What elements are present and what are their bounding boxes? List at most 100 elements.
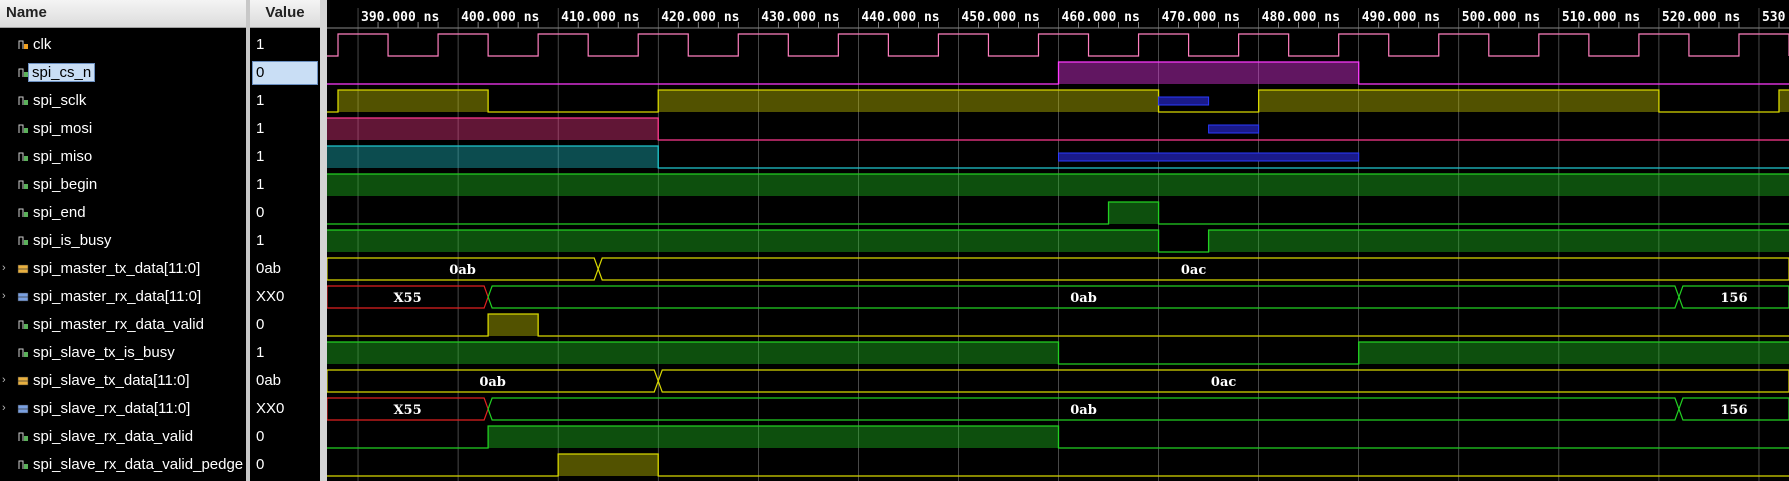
signal-row[interactable]: spi_mosi: [0, 115, 246, 143]
signal-value: 0: [256, 456, 265, 473]
signal-value: 1: [256, 120, 265, 137]
expand-chevron-icon[interactable]: ›: [2, 373, 12, 387]
wave-high-fill: [488, 314, 539, 336]
time-tick-label: 440.000 ns: [861, 10, 939, 25]
signal-name[interactable]: spi_slave_tx_data[11:0]: [33, 372, 190, 389]
bit-signal-icon: [17, 66, 29, 80]
wave-high-fill: [327, 118, 659, 140]
signal-row[interactable]: › spi_slave_tx_data[11:0]: [0, 367, 246, 395]
bit-signal-icon: [17, 458, 29, 472]
time-tick-label: 390.000 ns: [361, 10, 439, 25]
value-column-header[interactable]: Value: [250, 0, 320, 28]
bus-value-label: 0ac: [1211, 375, 1236, 390]
signal-name[interactable]: spi_is_busy: [33, 232, 111, 249]
signal-row[interactable]: spi_miso: [0, 143, 246, 171]
bus-value-label: 0ab: [449, 263, 476, 278]
signal-value: XX0: [256, 400, 285, 417]
signal-row[interactable]: spi_sclk: [0, 87, 246, 115]
signal-value: 1: [256, 176, 265, 193]
value-wave-splitter[interactable]: [320, 0, 327, 481]
signal-name[interactable]: spi_slave_rx_data[11:0]: [33, 400, 190, 417]
signal-row[interactable]: spi_slave_rx_data_valid: [0, 423, 246, 451]
signal-row[interactable]: › spi_slave_rx_data[11:0]: [0, 395, 246, 423]
signal-value: 0ab: [256, 260, 282, 277]
expand-chevron-icon[interactable]: ›: [2, 401, 12, 415]
signal-value: XX0: [256, 288, 285, 305]
wave-high-fill: [327, 146, 659, 168]
wave-undriven-segment: [1158, 96, 1210, 106]
signal-name[interactable]: spi_miso: [33, 148, 92, 165]
bus-signal-icon: [17, 374, 29, 388]
signal-name[interactable]: spi_cs_n: [27, 63, 96, 82]
waveform-viewer[interactable]: 390.000 ns 400.000 ns 410.000 ns 420.000 ns…: [327, 0, 1789, 481]
signal-value: 1: [256, 36, 265, 53]
signal-row[interactable]: spi_cs_n: [0, 59, 246, 87]
bus-value-label: 156: [1720, 403, 1747, 418]
signal-row[interactable]: spi_slave_rx_data_valid_pedge: [0, 451, 246, 479]
wave-high-fill: [1358, 342, 1789, 364]
signal-row[interactable]: spi_master_rx_data_valid: [0, 311, 246, 339]
wave-trace: [327, 453, 1789, 477]
signal-value: 0: [256, 204, 265, 221]
wave-high-fill: [327, 174, 1789, 196]
wave-high-fill: [1258, 90, 1659, 112]
signal-name[interactable]: spi_master_tx_data[11:0]: [33, 260, 200, 277]
time-tick-label: 450.000 ns: [961, 10, 1039, 25]
signal-name[interactable]: spi_mosi: [33, 120, 92, 137]
signal-name[interactable]: spi_slave_rx_data_valid_pedge: [33, 456, 243, 473]
signal-value: 0: [252, 61, 318, 85]
signal-name[interactable]: spi_master_rx_data_valid: [33, 316, 204, 333]
signal-value: 1: [256, 92, 265, 109]
signal-name[interactable]: spi_sclk: [33, 92, 86, 109]
signal-value: 0: [256, 316, 265, 333]
time-tick-label: 400.000 ns: [461, 10, 539, 25]
time-tick-label: 480.000 ns: [1262, 10, 1340, 25]
name-column-header[interactable]: Name: [0, 0, 246, 28]
bus-signal-icon: [17, 262, 29, 276]
waveform-canvas[interactable]: 390.000 ns 400.000 ns 410.000 ns 420.000 ns…: [327, 0, 1789, 481]
signal-name[interactable]: spi_master_rx_data[11:0]: [33, 288, 201, 305]
time-tick-label: 530: [1762, 10, 1786, 25]
signal-row[interactable]: spi_begin: [0, 171, 246, 199]
signal-name[interactable]: spi_end: [33, 204, 86, 221]
time-tick-label: 430.000 ns: [761, 10, 839, 25]
signal-row[interactable]: spi_end: [0, 199, 246, 227]
bus-value-label: 0ac: [1181, 263, 1206, 278]
bit-signal-icon: [17, 94, 29, 108]
bit-signal-icon: [17, 150, 29, 164]
expand-chevron-icon[interactable]: ›: [2, 289, 12, 303]
time-tick-label: 410.000 ns: [561, 10, 639, 25]
time-tick-label: 460.000 ns: [1062, 10, 1140, 25]
bit-signal-icon: [17, 206, 29, 220]
wave-high-fill: [1108, 202, 1159, 224]
signal-row[interactable]: › spi_master_rx_data[11:0]: [0, 283, 246, 311]
time-tick-label: 420.000 ns: [661, 10, 739, 25]
signal-name[interactable]: clk: [33, 36, 51, 53]
bus-value-label: 0ab: [479, 375, 506, 390]
bit-signal-icon: [17, 234, 29, 248]
wave-high-fill: [327, 230, 1159, 252]
wave-trace: [327, 61, 1789, 85]
wave-high-fill: [1208, 230, 1789, 252]
signal-value: 1: [256, 148, 265, 165]
signal-name[interactable]: spi_begin: [33, 176, 97, 193]
signal-name[interactable]: spi_slave_rx_data_valid: [33, 428, 193, 445]
wave-high-fill: [558, 454, 659, 476]
signal-row[interactable]: spi_is_busy: [0, 227, 246, 255]
expand-chevron-icon[interactable]: ›: [2, 261, 12, 275]
signal-row[interactable]: spi_slave_tx_is_busy: [0, 339, 246, 367]
bit-signal-icon: [17, 318, 29, 332]
time-tick-label: 510.000 ns: [1562, 10, 1640, 25]
signal-row[interactable]: › spi_master_tx_data[11:0]: [0, 255, 246, 283]
wave-high-fill: [488, 426, 1059, 448]
signal-row[interactable]: clk: [0, 31, 246, 59]
wave-high-fill: [327, 342, 1059, 364]
signal-name[interactable]: spi_slave_tx_is_busy: [33, 344, 175, 361]
signal-value: 1: [256, 232, 265, 249]
wave-trace: [327, 313, 1789, 337]
wave-undriven-segment: [1058, 152, 1360, 162]
bus-signal-icon: [17, 290, 29, 304]
time-tick-label: 520.000 ns: [1662, 10, 1740, 25]
clock-trace: [327, 33, 1789, 57]
bus-value-label: 0ab: [1070, 291, 1097, 306]
